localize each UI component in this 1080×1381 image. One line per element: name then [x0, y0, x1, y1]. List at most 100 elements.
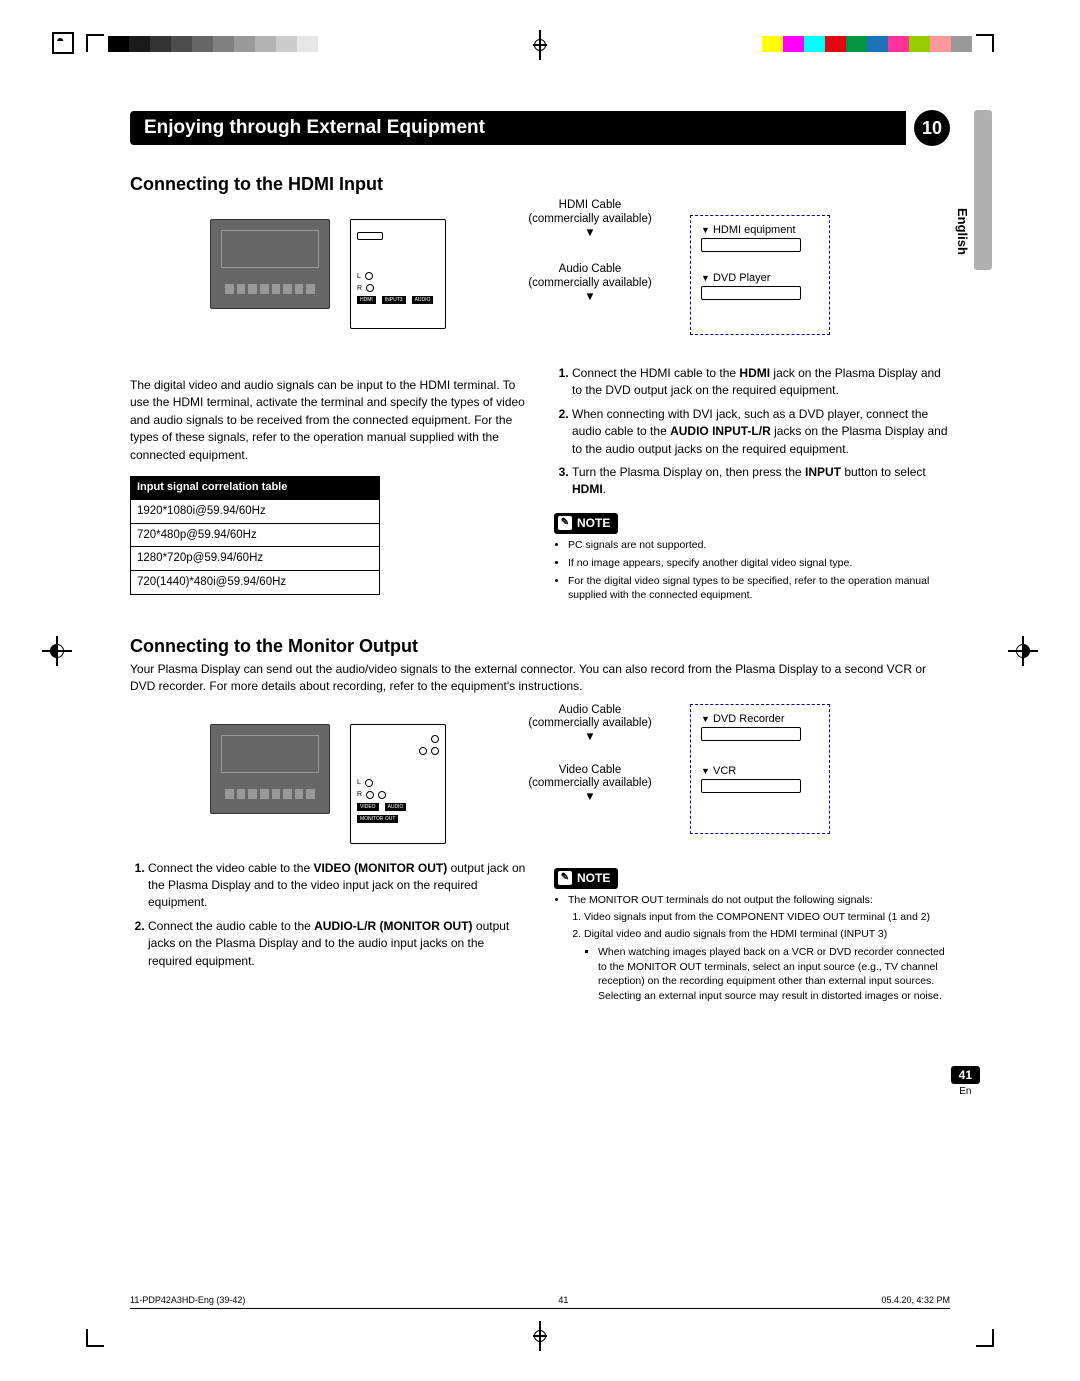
footer-file: 11-PDP42A3HD-Eng (39-42) [130, 1295, 245, 1305]
audio-cable-label: Audio Cable [520, 263, 660, 277]
video-cable-label: Video Cable [520, 764, 660, 778]
page-number-badge: 41 [951, 1066, 980, 1084]
step-text: . [603, 482, 606, 496]
down-arrow-icon: ▼ [701, 714, 710, 724]
page-lang-abbrev: En [951, 1086, 980, 1097]
hdmi-steps: Connect the HDMI cable to the HDMI jack … [554, 365, 950, 499]
video-cable-sub: (commercially available) [520, 777, 660, 791]
side-registration-icon [1012, 640, 1034, 662]
audio-cable-sub: (commercially available) [520, 717, 660, 731]
audio-cable-label: Audio Cable [520, 704, 660, 718]
table-row: 720(1440)*480i@59.94/60Hz [131, 570, 379, 594]
hdmi-cable-sub: (commercially available) [520, 213, 660, 227]
down-arrow-icon: ▼ [701, 225, 710, 235]
jack-l-label: L [357, 779, 361, 786]
side-registration-icon [46, 640, 68, 662]
step-2: When connecting with DVI jack, such as a… [572, 406, 950, 458]
step-bold: AUDIO-L/R (MONITOR OUT) [314, 919, 472, 933]
crop-mark-icon [976, 1329, 994, 1347]
chapter-number-badge: 10 [914, 110, 950, 146]
step-text: Connect the video cable to the [148, 861, 313, 875]
equipment-group: ▼ HDMI equipment ▼ DVD Player [690, 215, 830, 335]
note-item: If no image appears, specify another dig… [568, 556, 950, 571]
center-registration-icon [531, 1327, 549, 1345]
note-item: PC signals are not supported. [568, 538, 950, 553]
step-2: Connect the audio cable to the AUDIO-L/R… [148, 918, 526, 970]
note-badge: ✎ NOTE [554, 868, 618, 889]
input-panel-icon: L R HDMI INPUT3 AUDIO [350, 219, 446, 329]
step-1: Connect the HDMI cable to the HDMI jack … [572, 365, 950, 400]
note-list: The MONITOR OUT terminals do not output … [554, 893, 950, 1004]
table-row: 1280*720p@59.94/60Hz [131, 546, 379, 570]
step-bold: INPUT [805, 465, 841, 479]
footer-page-num: 41 [558, 1295, 568, 1305]
output-panel-icon: L R VIDEO AUDIO MONITOR OUT [350, 724, 446, 844]
panel-video-label: VIDEO [357, 803, 379, 811]
panel-hdmi-label: HDMI [357, 296, 376, 304]
monitor-intro-paragraph: Your Plasma Display can send out the aud… [130, 661, 950, 696]
note-badge: ✎ NOTE [554, 513, 618, 534]
footer-timestamp: 05.4.20, 4:32 PM [881, 1295, 950, 1305]
crop-mark-icon [86, 34, 104, 52]
panel-audio-label: AUDIO [385, 803, 407, 811]
step-bold: VIDEO (MONITOR OUT) [313, 861, 447, 875]
language-tab: English [974, 110, 992, 270]
jack-r-label: R [357, 791, 362, 798]
note-label: NOTE [577, 515, 610, 532]
device-icon [701, 286, 801, 300]
registration-mark-icon [52, 32, 74, 54]
note-sub-item: Digital video and audio signals from the… [584, 927, 950, 1003]
note-sub-text: Digital video and audio signals from the… [584, 928, 887, 940]
device-icon [701, 779, 801, 793]
step-text: Connect the HDMI cable to the [572, 366, 739, 380]
step-bold: HDMI [739, 366, 770, 380]
section-heading-hdmi: Connecting to the HDMI Input [130, 174, 950, 195]
panel-audio-label: AUDIO [412, 296, 434, 304]
note-intro-text: The MONITOR OUT terminals do not output … [568, 894, 873, 906]
note-list: PC signals are not supported. If no imag… [554, 538, 950, 603]
device-icon [701, 727, 801, 741]
down-arrow-icon: ▼ [520, 291, 660, 305]
down-arrow-icon: ▼ [520, 791, 660, 805]
down-arrow-icon: ▼ [520, 731, 660, 745]
footer-metadata: 11-PDP42A3HD-Eng (39-42) 41 05.4.20, 4:3… [130, 1295, 950, 1309]
center-registration-icon [531, 36, 549, 54]
vcr-label: VCR [713, 765, 736, 777]
note-item: For the digital video signal types to be… [568, 574, 950, 603]
equipment-group: ▼ DVD Recorder ▼ VCR [690, 704, 830, 834]
note-label: NOTE [577, 870, 610, 887]
note-item: The MONITOR OUT terminals do not output … [568, 893, 950, 1004]
color-swatches [762, 36, 972, 52]
table-row: 1920*1080i@59.94/60Hz [131, 499, 379, 523]
monitor-out-diagram: L R VIDEO AUDIO MONITOR OUT Audio Cable … [210, 704, 950, 854]
pencil-icon: ✎ [558, 871, 572, 885]
hdmi-equipment-label: HDMI equipment [713, 224, 796, 236]
hdmi-intro-paragraph: The digital video and audio signals can … [130, 377, 526, 464]
audio-cable-sub: (commercially available) [520, 277, 660, 291]
note-sub-item: Video signals input from the COMPONENT V… [584, 910, 950, 925]
table-header: Input signal correlation table [131, 477, 379, 499]
panel-monitorout-label: MONITOR OUT [357, 815, 398, 823]
step-text: Connect the audio cable to the [148, 919, 314, 933]
step-text: button to select [841, 465, 926, 479]
hdmi-cable-label: HDMI Cable [520, 199, 660, 213]
signal-table: Input signal correlation table 1920*1080… [130, 476, 380, 595]
dvd-player-label: DVD Player [713, 272, 770, 284]
pencil-icon: ✎ [558, 516, 572, 530]
step-1: Connect the video cable to the VIDEO (MO… [148, 860, 526, 912]
step-bold: HDMI [572, 482, 603, 496]
step-bold: AUDIO INPUT-L/R [670, 424, 771, 438]
hdmi-connection-diagram: L R HDMI INPUT3 AUDIO HDMI Cable (commer… [210, 199, 950, 359]
device-icon [701, 238, 801, 252]
tv-rear-icon [210, 219, 330, 309]
chapter-title: Enjoying through External Equipment [130, 111, 906, 145]
section-heading-monitor: Connecting to the Monitor Output [130, 636, 950, 657]
tv-rear-icon [210, 724, 330, 814]
crop-mark-icon [976, 34, 994, 52]
down-arrow-icon: ▼ [701, 273, 710, 283]
jack-r-label: R [357, 285, 362, 292]
jack-l-label: L [357, 273, 361, 280]
down-arrow-icon: ▼ [701, 766, 710, 776]
dvd-recorder-label: DVD Recorder [713, 713, 785, 725]
language-label: English [955, 208, 970, 255]
